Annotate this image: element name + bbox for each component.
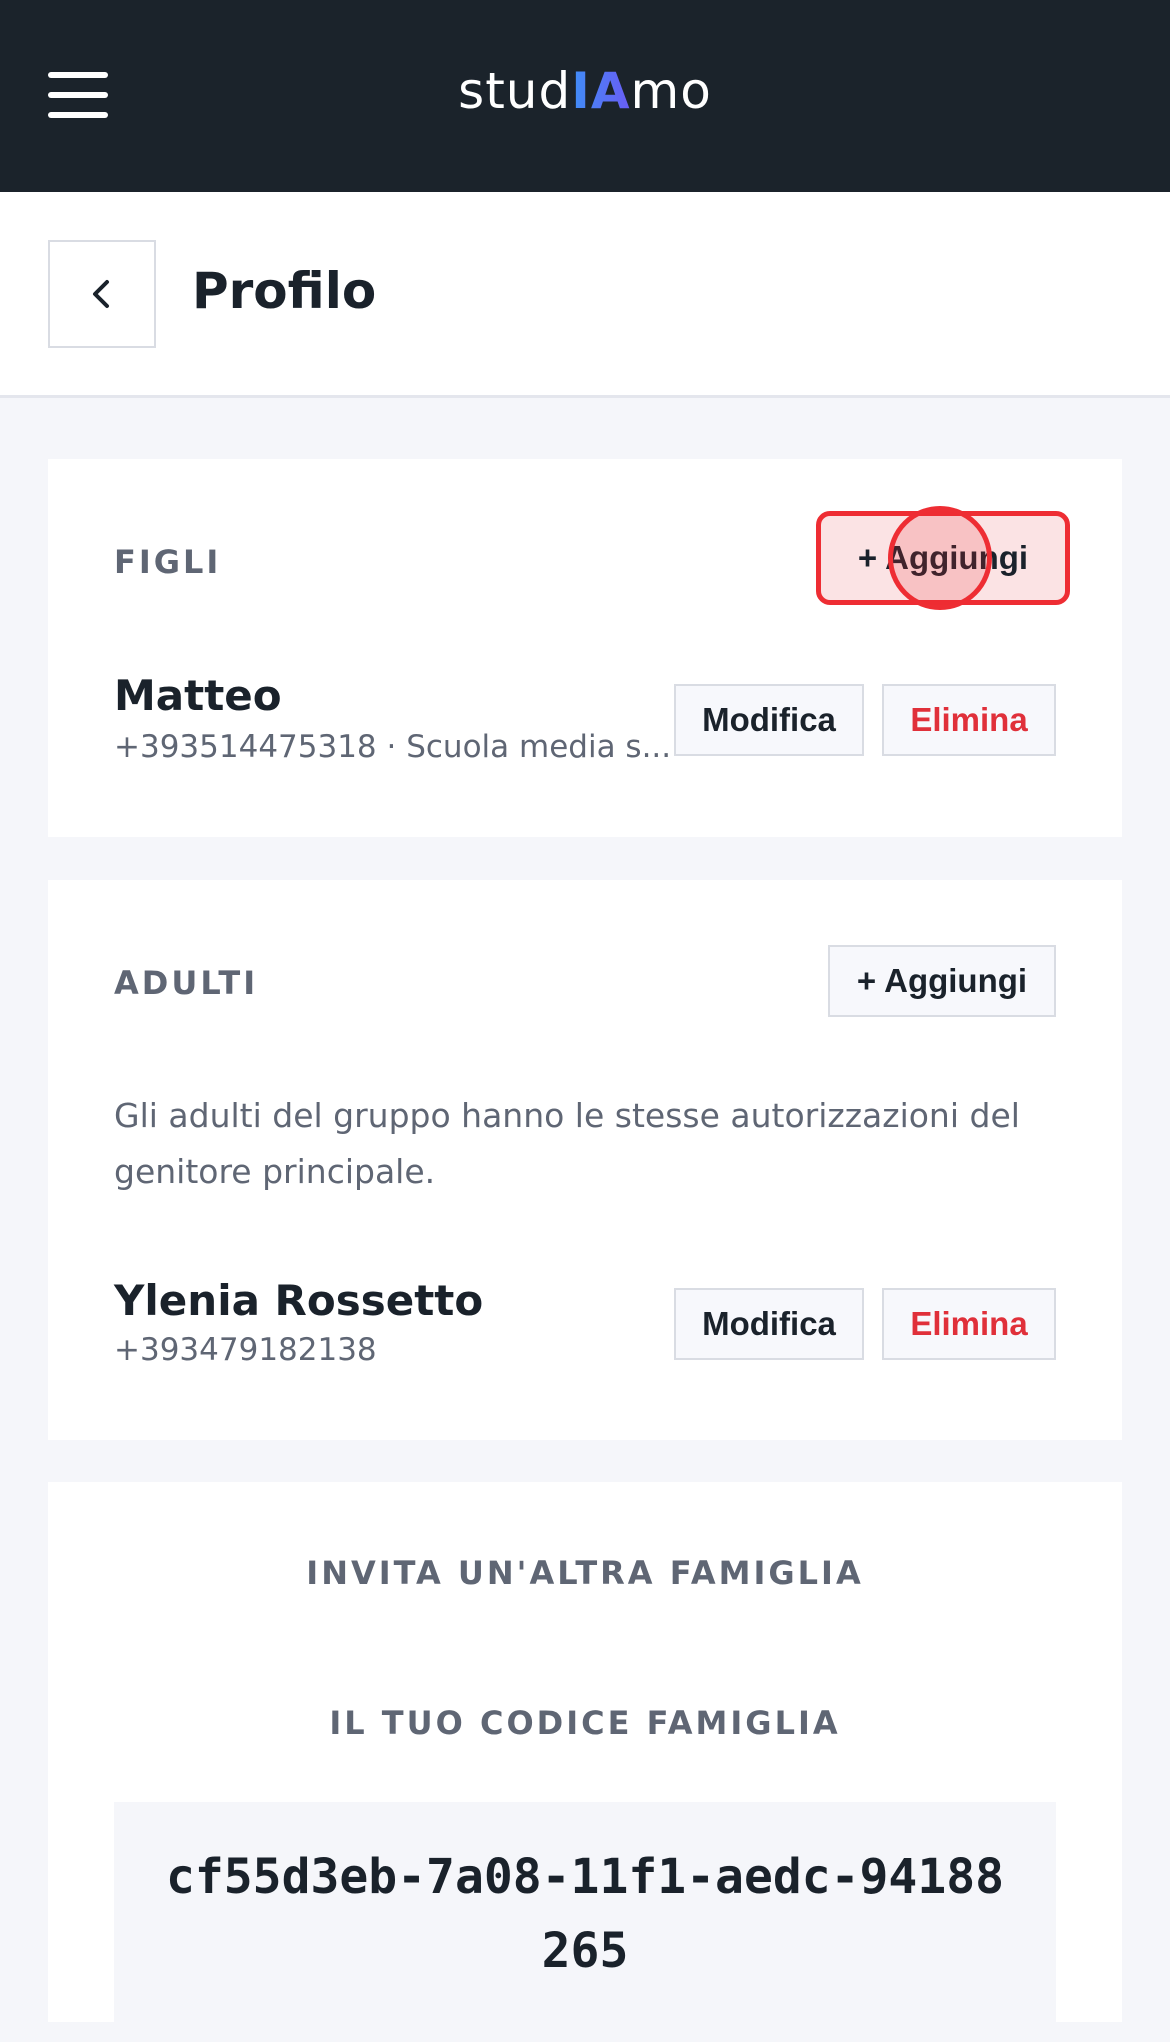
add-adult-button[interactable]: + Aggiungi bbox=[828, 945, 1056, 1017]
adult-name: Ylenia Rossetto bbox=[114, 1276, 484, 1325]
children-card: FIGLI + Aggiungi Matteo +393514475318 · … bbox=[48, 459, 1122, 837]
family-code-label: IL TUO CODICE FAMIGLIA bbox=[329, 1704, 841, 1742]
delete-child-button[interactable]: Elimina bbox=[882, 684, 1056, 756]
page-header: Profilo bbox=[0, 192, 1170, 398]
adults-description: Gli adulti del gruppo hanno le stesse au… bbox=[114, 1096, 1020, 1191]
family-code: cf55d3eb-7a08-11f1-aedc-94188265 bbox=[165, 1849, 1005, 1979]
invite-card: INVITA UN'ALTRA FAMIGLIA IL TUO CODICE F… bbox=[48, 1482, 1122, 2042]
edit-adult-button[interactable]: Modifica bbox=[674, 1288, 864, 1360]
child-name: Matteo bbox=[114, 671, 282, 720]
delete-adult-button[interactable]: Elimina bbox=[882, 1288, 1056, 1360]
back-button[interactable] bbox=[48, 240, 156, 348]
adult-subtitle: +393479182138 bbox=[114, 1332, 377, 1368]
child-subtitle: +393514475318 · Scuola media s... bbox=[114, 729, 672, 765]
edit-child-button[interactable]: Modifica bbox=[674, 684, 864, 756]
brand-prefix: stud bbox=[458, 62, 572, 120]
adults-card: ADULTI + Aggiungi Gli adulti del gruppo … bbox=[48, 880, 1122, 1440]
invite-section-label: INVITA UN'ALTRA FAMIGLIA bbox=[306, 1554, 864, 1592]
family-code-box[interactable]: cf55d3eb-7a08-11f1-aedc-94188265 bbox=[114, 1802, 1056, 2042]
brand-logo[interactable]: studIAmo bbox=[0, 62, 1170, 120]
add-child-button[interactable]: + Aggiungi bbox=[816, 511, 1070, 605]
top-bar: studIAmo bbox=[0, 0, 1170, 192]
children-section-label: FIGLI bbox=[114, 543, 222, 581]
adults-section-label: ADULTI bbox=[114, 964, 259, 1002]
brand-highlight: IA bbox=[571, 62, 631, 120]
page-title: Profilo bbox=[192, 262, 377, 320]
brand-suffix: mo bbox=[630, 62, 712, 120]
chevron-left-icon bbox=[93, 280, 109, 308]
